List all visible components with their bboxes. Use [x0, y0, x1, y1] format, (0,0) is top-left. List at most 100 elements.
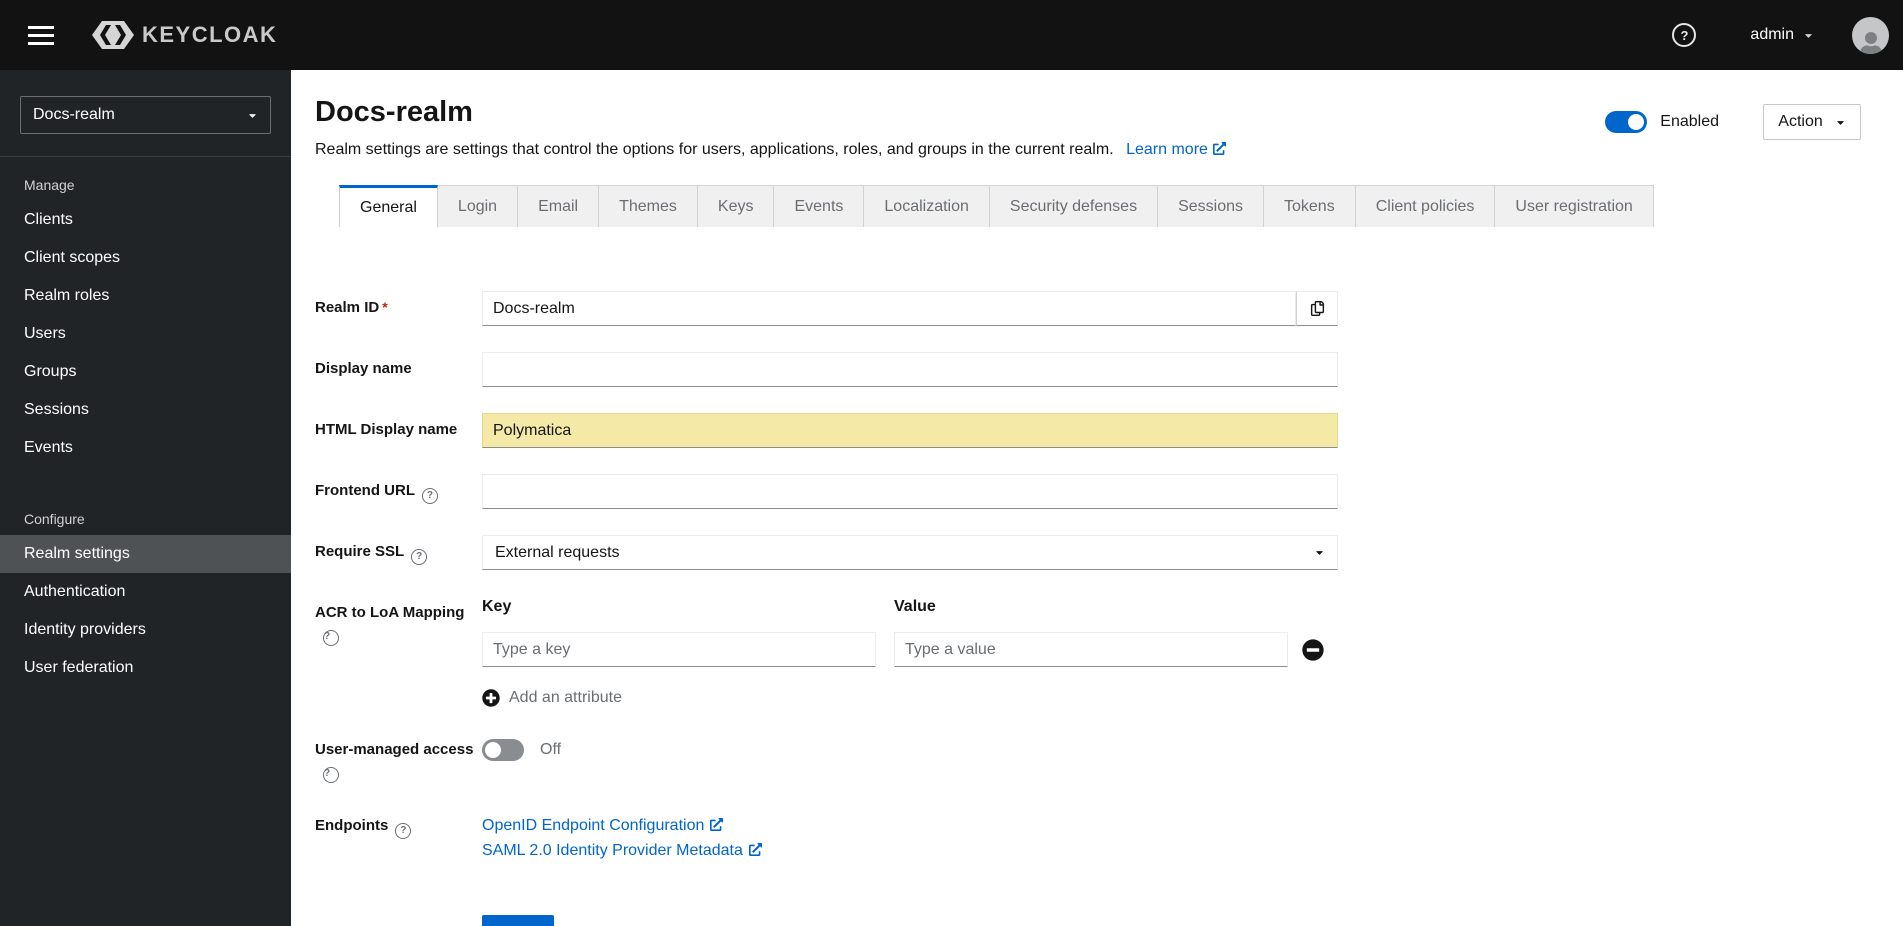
tab-user-registration[interactable]: User registration — [1495, 185, 1654, 227]
nav-section-manage: Manage — [24, 177, 75, 193]
tab-themes[interactable]: Themes — [599, 185, 698, 227]
keycloak-admin-console: KEYCLOAK ? admin Docs-realm Manage Clien… — [0, 0, 1903, 926]
help-icon[interactable]: ? — [421, 487, 438, 504]
plus-circle-icon — [482, 689, 500, 707]
require-ssl-row: Require SSL? External requests — [315, 535, 1903, 570]
sidebar-item-client-scopes[interactable]: Client scopes — [0, 239, 291, 277]
html-display-name-label: HTML Display name — [315, 421, 458, 438]
avatar[interactable] — [1852, 16, 1889, 54]
sidebar-item-realm-settings[interactable]: Realm settings — [0, 535, 291, 573]
chevron-down-icon — [249, 113, 256, 118]
key-input[interactable] — [482, 632, 876, 667]
value-input[interactable] — [894, 632, 1288, 667]
keycloak-logo: KEYCLOAK — [92, 21, 277, 49]
user-managed-access-toggle[interactable] — [482, 739, 524, 761]
save-button[interactable]: Save — [482, 915, 555, 926]
remove-attribute-button[interactable] — [1302, 638, 1324, 661]
user-name: admin — [1750, 26, 1794, 43]
hamburger-icon — [28, 25, 54, 29]
realm-id-input[interactable] — [482, 291, 1296, 326]
general-settings-form: Realm ID* Display name — [291, 227, 1903, 926]
html-display-name-input[interactable] — [482, 413, 1338, 448]
help-icon[interactable]: ? — [323, 630, 339, 646]
tab-tokens[interactable]: Tokens — [1264, 185, 1356, 227]
user-menu[interactable]: admin — [1744, 25, 1820, 45]
sidebar-item-realm-roles[interactable]: Realm roles — [0, 277, 291, 315]
tab-events[interactable]: Events — [774, 185, 865, 227]
acr-loa-mapping-label: ACR to LoA Mapping — [315, 604, 465, 621]
sidebar-item-authentication[interactable]: Authentication — [0, 573, 291, 611]
external-link-icon — [748, 843, 762, 856]
form-actions: Save Revert — [315, 915, 1903, 926]
realm-selector-block: Docs-realm — [0, 70, 291, 157]
sidebar-item-sessions[interactable]: Sessions — [0, 391, 291, 429]
tab-localization[interactable]: Localization — [864, 185, 990, 227]
endpoints-row: Endpoints? OpenID Endpoint Configuration… — [315, 809, 1903, 863]
external-link-icon — [710, 818, 724, 831]
require-ssl-select[interactable]: External requests — [482, 535, 1338, 570]
enabled-label: Enabled — [1660, 113, 1719, 130]
frontend-url-label: Frontend URL? — [315, 482, 438, 504]
chevron-down-icon — [1837, 120, 1844, 125]
user-icon — [1860, 31, 1881, 54]
action-dropdown[interactable]: Action — [1763, 104, 1861, 140]
require-ssl-label: Require SSL? — [315, 543, 428, 565]
copy-button[interactable] — [1296, 291, 1338, 326]
key-value-headers: Key Value — [482, 596, 1338, 616]
frontend-url-input[interactable] — [482, 474, 1338, 509]
external-link-icon — [1212, 142, 1226, 155]
chevron-down-icon — [1316, 551, 1323, 555]
sidebar-item-identity-providers[interactable]: Identity providers — [0, 611, 291, 649]
realm-id-row: Realm ID * — [315, 291, 1903, 326]
help-icon[interactable]: ? — [1672, 23, 1697, 47]
openid-endpoint-link[interactable]: OpenID Endpoint Configuration — [482, 813, 1338, 838]
saml-metadata-link[interactable]: SAML 2.0 Identity Provider Metadata — [482, 838, 1338, 863]
help-icon[interactable]: ? — [395, 822, 412, 839]
key-column-header: Key — [482, 598, 512, 615]
sidebar: Docs-realm Manage Clients Client scopes … — [0, 70, 291, 926]
nav-section-configure: Configure — [24, 511, 85, 527]
display-name-row: Display name — [315, 352, 1903, 387]
display-name-label: Display name — [315, 360, 412, 377]
realm-selector[interactable]: Docs-realm — [20, 96, 271, 134]
sidebar-item-clients[interactable]: Clients — [0, 201, 291, 239]
acr-loa-mapping-row: ACR to LoA Mapping ? Key Value Type a ke… — [315, 596, 1903, 707]
tab-keys[interactable]: Keys — [697, 185, 775, 227]
key-value-row — [482, 632, 1338, 667]
required-asterisk: * — [382, 299, 388, 315]
tab-email[interactable]: Email — [518, 185, 600, 227]
frontend-url-row: Frontend URL? — [315, 474, 1903, 509]
nav-toggle-button[interactable] — [20, 18, 62, 53]
display-name-input[interactable] — [482, 352, 1338, 387]
page-header: Docs-realm Realm settings are settings t… — [291, 70, 1903, 159]
sidebar-item-user-federation[interactable]: User federation — [0, 649, 291, 687]
brand-text: KEYCLOAK — [142, 22, 278, 47]
tab-general[interactable]: General — [339, 185, 438, 227]
sidebar-item-users[interactable]: Users — [0, 315, 291, 353]
user-managed-access-label: User-managed access — [315, 741, 474, 758]
tab-sessions[interactable]: Sessions — [1158, 185, 1264, 227]
html-display-name-row: HTML Display name — [315, 413, 1903, 448]
tab-client-policies[interactable]: Client policies — [1355, 185, 1496, 227]
page-description: Realm settings are settings that control… — [315, 141, 1226, 159]
sidebar-item-events[interactable]: Events — [0, 429, 291, 467]
toggle-state-label: Off — [540, 741, 562, 758]
copy-icon — [1310, 301, 1324, 316]
endpoints-label: Endpoints? — [315, 817, 412, 839]
help-icon[interactable]: ? — [323, 767, 339, 783]
sidebar-item-groups[interactable]: Groups — [0, 353, 291, 391]
learn-more-link[interactable]: Learn more — [1126, 141, 1226, 158]
tab-security-defenses[interactable]: Security defenses — [989, 185, 1159, 227]
tab-login[interactable]: Login — [437, 185, 519, 227]
masthead: KEYCLOAK ? admin — [0, 0, 1903, 70]
help-icon[interactable]: ? — [411, 548, 428, 565]
header-controls: Enabled Action — [1605, 104, 1861, 140]
main-content: Docs-realm Realm settings are settings t… — [291, 70, 1903, 926]
user-managed-access-row: User-managed access ? Off — [315, 733, 1903, 783]
add-attribute-button[interactable]: Add an attribute — [482, 689, 622, 707]
chevron-down-icon — [1805, 33, 1812, 38]
masthead-right: ? admin — [1672, 16, 1889, 54]
minus-circle-icon — [1302, 638, 1324, 661]
realm-enabled-toggle[interactable] — [1605, 111, 1648, 133]
page-title: Docs-realm — [315, 96, 473, 128]
